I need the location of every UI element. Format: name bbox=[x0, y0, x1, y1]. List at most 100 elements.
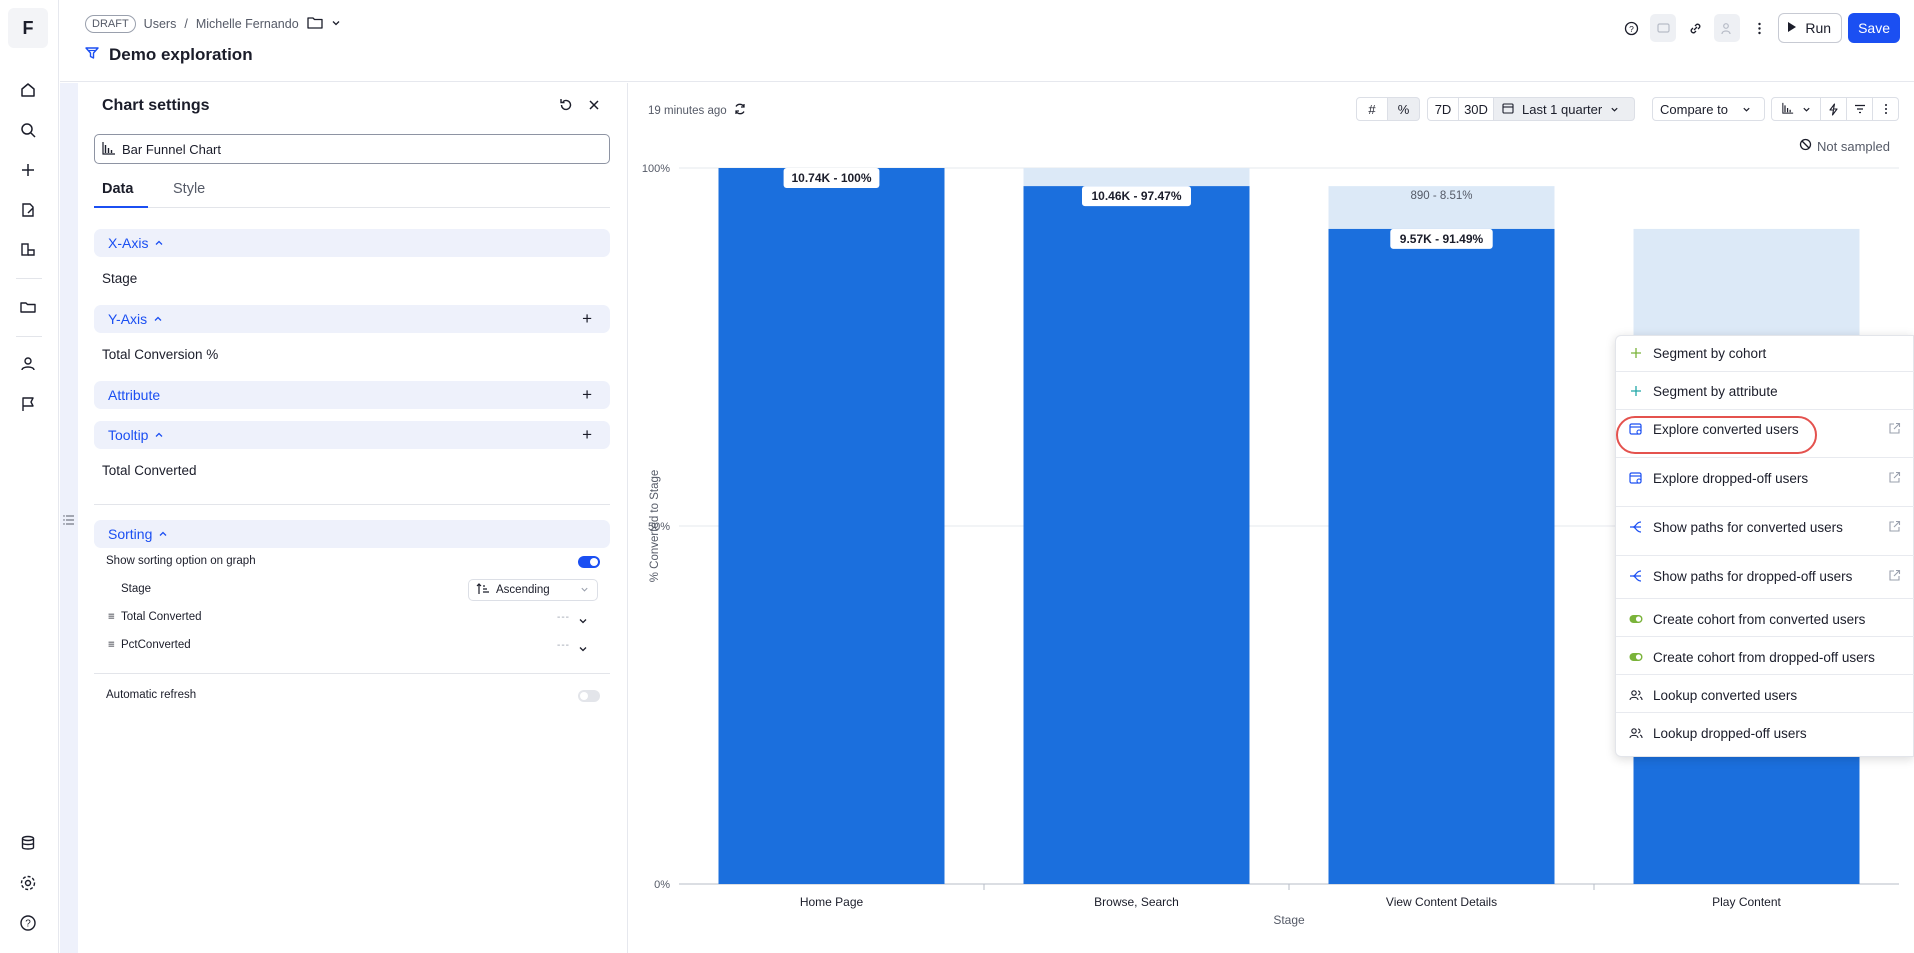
run-button[interactable]: Run bbox=[1778, 13, 1843, 43]
data-label: 10.74K - 100% bbox=[791, 171, 871, 185]
breadcrumb-owner[interactable]: Michelle Fernando bbox=[196, 17, 299, 31]
database-icon[interactable] bbox=[17, 832, 39, 854]
help-icon[interactable]: ? bbox=[17, 912, 39, 934]
panel-tabs: Data Style bbox=[94, 177, 610, 208]
tab-data[interactable]: Data bbox=[102, 181, 133, 197]
auto-refresh-label: Automatic refresh bbox=[106, 689, 197, 701]
add-tooltip-icon[interactable]: + bbox=[582, 426, 592, 443]
folder-icon[interactable] bbox=[307, 16, 323, 33]
sort-row-pct-converted-label: PctConverted bbox=[121, 639, 191, 651]
menu-item[interactable]: Lookup converted users bbox=[1616, 679, 1914, 711]
sort-order-value: Ascending bbox=[496, 584, 550, 596]
external-link-icon[interactable] bbox=[1888, 569, 1901, 585]
y-axis-value[interactable]: Total Conversion % bbox=[102, 347, 218, 362]
more-options-icon[interactable] bbox=[1746, 14, 1772, 42]
menu-item-label: Lookup converted users bbox=[1653, 687, 1798, 703]
drag-handle-icon[interactable]: ≡ bbox=[108, 611, 115, 623]
share-users-icon[interactable] bbox=[1714, 14, 1741, 42]
close-icon[interactable] bbox=[586, 97, 602, 118]
section-tooltip[interactable]: Tooltip + bbox=[94, 421, 610, 449]
chevron-up-icon[interactable] bbox=[154, 427, 164, 443]
menu-item-label: Show paths for converted users bbox=[1653, 519, 1843, 535]
menu-item[interactable]: Lookup dropped-off users bbox=[1616, 717, 1914, 749]
menu-divider bbox=[1616, 674, 1914, 675]
search-icon[interactable] bbox=[17, 119, 39, 141]
bar-chart-icon bbox=[102, 141, 116, 158]
menu-item[interactable]: Create cohort from converted users bbox=[1616, 603, 1914, 635]
list-icon[interactable] bbox=[63, 513, 75, 531]
reset-icon[interactable] bbox=[558, 97, 574, 118]
menu-item-label: Segment by attribute bbox=[1653, 383, 1778, 399]
chevron-down-icon[interactable] bbox=[331, 17, 341, 31]
app-logo[interactable]: F bbox=[8, 8, 48, 48]
menu-item[interactable]: Create cohort from dropped-off users bbox=[1616, 641, 1914, 673]
add-attribute-icon[interactable]: + bbox=[582, 386, 592, 403]
highlight-annotation bbox=[1616, 416, 1817, 454]
menu-item[interactable]: Explore dropped-off users bbox=[1616, 462, 1914, 494]
auto-refresh-toggle[interactable] bbox=[578, 690, 600, 702]
folder-icon[interactable] bbox=[17, 296, 39, 318]
menu-item-label: Create cohort from dropped-off users bbox=[1653, 649, 1875, 665]
section-attribute[interactable]: Attribute + bbox=[94, 381, 610, 409]
menu-divider bbox=[1616, 712, 1914, 713]
chevron-down-icon[interactable] bbox=[578, 613, 588, 631]
x-tick-label: Play Content bbox=[1712, 895, 1781, 909]
chart-name-value: Bar Funnel Chart bbox=[122, 141, 221, 157]
menu-divider bbox=[1616, 409, 1914, 410]
menu-item-label: Explore dropped-off users bbox=[1653, 470, 1809, 486]
chevron-up-icon[interactable] bbox=[153, 311, 163, 327]
menu-item[interactable]: Segment by cohort bbox=[1616, 337, 1914, 369]
svg-text:?: ? bbox=[25, 919, 31, 930]
breadcrumb-users[interactable]: Users bbox=[144, 17, 177, 31]
panel-title-actions bbox=[558, 97, 602, 118]
chevron-up-icon[interactable] bbox=[154, 235, 164, 251]
section-y-axis[interactable]: Y-Axis + bbox=[94, 305, 610, 333]
chevron-down-icon[interactable] bbox=[578, 641, 588, 659]
menu-divider bbox=[1616, 636, 1914, 637]
x-tick-label: Browse, Search bbox=[1094, 895, 1179, 909]
menu-item[interactable]: Segment by attribute bbox=[1616, 375, 1914, 407]
sort-row-total-converted-value[interactable]: --- bbox=[557, 612, 570, 623]
flask-icon[interactable] bbox=[17, 239, 39, 261]
section-x-axis[interactable]: X-Axis bbox=[94, 229, 610, 257]
user-icon[interactable] bbox=[17, 353, 39, 375]
menu-divider bbox=[1616, 371, 1914, 372]
section-label: Y-Axis bbox=[108, 311, 148, 327]
plus-icon[interactable] bbox=[17, 159, 39, 181]
external-link-icon[interactable] bbox=[1888, 422, 1901, 438]
page-title[interactable]: Demo exploration bbox=[109, 45, 253, 65]
title-row: Demo exploration bbox=[85, 45, 253, 65]
external-link-icon[interactable] bbox=[1888, 471, 1901, 487]
drag-handle-icon[interactable]: ≡ bbox=[108, 639, 115, 651]
sort-row-pct-converted-value[interactable]: --- bbox=[557, 640, 570, 651]
tab-style[interactable]: Style bbox=[173, 181, 205, 197]
header-actions: ? Run Save bbox=[1618, 13, 1900, 43]
sort-ascending-icon bbox=[476, 582, 490, 598]
y-tick-label: 0% bbox=[654, 879, 670, 891]
edit-doc-icon[interactable] bbox=[17, 199, 39, 221]
users-icon bbox=[1629, 688, 1643, 702]
x-axis-value[interactable]: Stage bbox=[102, 271, 137, 286]
show-sorting-toggle[interactable] bbox=[578, 556, 600, 568]
external-link-icon[interactable] bbox=[1888, 520, 1901, 536]
add-y-axis-icon[interactable]: + bbox=[582, 310, 592, 327]
data-label: 9.57K - 91.49% bbox=[1400, 232, 1484, 246]
sort-row-stage-label: Stage bbox=[121, 583, 152, 595]
help-icon[interactable]: ? bbox=[1618, 14, 1644, 42]
home-icon[interactable] bbox=[17, 79, 39, 101]
menu-item[interactable]: Show paths for dropped-off users bbox=[1616, 560, 1914, 592]
panel-collapse-strip[interactable] bbox=[60, 83, 78, 953]
comment-icon[interactable] bbox=[1650, 14, 1677, 42]
save-button[interactable]: Save bbox=[1848, 13, 1900, 43]
menu-item[interactable]: Show paths for converted users bbox=[1616, 511, 1914, 543]
link-icon[interactable] bbox=[1682, 14, 1708, 42]
run-button-label: Run bbox=[1805, 20, 1832, 36]
flag-icon[interactable] bbox=[17, 393, 39, 415]
chevron-up-icon[interactable] bbox=[158, 526, 168, 542]
svg-text:?: ? bbox=[1629, 23, 1634, 33]
sort-order-select[interactable]: Ascending bbox=[468, 579, 598, 601]
tooltip-value[interactable]: Total Converted bbox=[102, 463, 197, 478]
gear-icon[interactable] bbox=[17, 872, 39, 894]
section-sorting[interactable]: Sorting bbox=[94, 520, 610, 548]
chart-name-input[interactable]: Bar Funnel Chart bbox=[94, 134, 610, 164]
